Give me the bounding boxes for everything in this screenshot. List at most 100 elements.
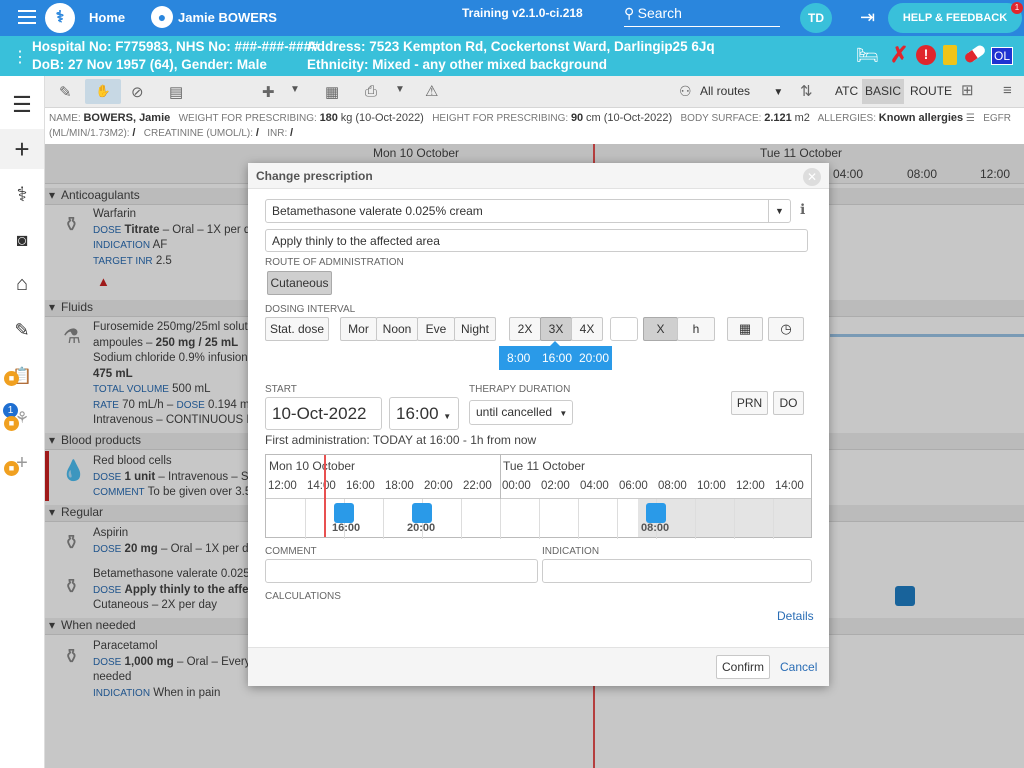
house-icon[interactable]: ⌂ [0,264,44,304]
layout-icon[interactable]: ⊞ [961,81,974,99]
timeline-grid-line [578,499,579,539]
route-button[interactable]: ROUTE [910,84,952,98]
avatar[interactable]: TD [800,3,832,33]
add-drug-icon[interactable]: ✚ [262,83,275,101]
info-label: (ML/MIN/1.73M2): [49,128,130,139]
info-egfr: / [132,127,136,139]
drug-select[interactable]: Betamethasone valerate 0.025% cream ▼ [265,199,791,223]
patient-banner: ⋮ Hospital No: F775983, NHS No: ###-###-… [0,36,1024,76]
freq-3x-button[interactable]: 3X [540,317,572,341]
indication-label: INDICATION [542,546,600,557]
timeline-tick-label: 02:00 [541,480,570,492]
time-slot[interactable]: 20:00 [579,351,609,365]
calendar-icon[interactable]: ▦ [325,83,339,101]
info-allergy[interactable]: Known allergies [879,112,963,124]
info-label: EGFR [983,113,1011,124]
clock-icon[interactable]: ◷ [768,317,804,341]
chevron-down-icon[interactable]: ▼ [290,84,300,95]
search-input[interactable]: ⚲ Search [624,5,780,27]
drug-select-value: Betamethasone valerate 0.025% cream [272,204,483,218]
camera-icon[interactable]: ◙ [0,220,44,260]
document-icon[interactable]: ▤ [169,83,183,101]
timeline-now-line [324,455,326,537]
period-noon-button[interactable]: Noon [376,317,418,341]
allergy-x-icon[interactable]: ✗ [890,42,908,68]
timeline-grid-line [383,499,384,539]
info-body: 2.121 [764,112,792,124]
details-link[interactable]: Details [777,609,814,623]
list-icon[interactable]: ☰ [0,85,44,125]
custom-freq-input[interactable] [610,317,638,341]
calendar-icon[interactable]: ▦ [727,317,763,341]
logout-icon[interactable]: ⇥ [860,7,875,28]
alert-icon[interactable]: ! [916,45,936,65]
info-icon[interactable]: ℹ [800,201,805,218]
timeline-dose-20[interactable] [412,503,432,523]
patient-name[interactable]: Jamie BOWERS [178,10,277,25]
instruction-field[interactable]: Apply thinly to the affected area [265,229,808,252]
period-eve-button[interactable]: Eve [417,317,455,341]
block-icon[interactable]: ⊘ [131,83,144,101]
freq-2x-button[interactable]: 2X [509,317,541,341]
time-slot[interactable]: 8:00 [507,351,530,365]
stat-dose-button[interactable]: Stat. dose [265,317,329,341]
stethoscope-icon[interactable]: ⚕ [0,174,44,214]
timeline-grid-line [734,499,735,539]
timeline-dose-label: 20:00 [407,522,436,534]
basic-button[interactable]: BASIC [862,79,904,104]
info-weight: 180 [319,112,338,124]
menu-icon[interactable] [18,10,36,26]
lock-icon: ■ [4,416,19,431]
top-bar: ⚕ Home ● Jamie BOWERS Training v2.1.0-ci… [0,0,1024,36]
prn-button[interactable]: PRN [731,391,768,415]
pill-icon[interactable] [963,43,987,65]
menu-icon[interactable]: ≡ [1003,82,1012,99]
freq-4x-button[interactable]: 4X [571,317,603,341]
timeline-grid-line [305,499,306,539]
calculations-label: CALCULATIONS [265,591,341,602]
routes-select[interactable]: All routes ▼ [700,84,783,98]
search-icon: ⚲ [624,5,635,21]
duration-select[interactable]: until cancelled ▼ [469,400,573,425]
cancel-link[interactable]: Cancel [780,660,817,674]
warning-icon[interactable]: ⚠ [425,82,438,100]
period-night-button[interactable]: Night [454,317,496,341]
atc-button[interactable]: ATC [835,84,858,98]
timeline-tick-label: 14:00 [307,480,336,492]
confirm-button[interactable]: Confirm [716,655,770,679]
comment-field[interactable] [265,559,538,583]
edit-icon[interactable]: ✎ [59,83,72,101]
h-button[interactable]: h [677,317,715,341]
more-icon[interactable]: ⋮ [12,47,28,67]
start-time-select[interactable]: 16:00 ▼ [389,397,459,430]
timeline-grid-line [695,499,696,539]
ethnicity-info: Ethnicity: Mixed - any other mixed backg… [307,57,608,72]
training-banner: Training v2.1.0-ci.218 [462,6,583,20]
indication-field[interactable] [542,559,812,583]
chevron-down-icon[interactable]: ▼ [395,84,405,95]
route-cutaneous-button[interactable]: Cutaneous [267,271,332,295]
home-link[interactable]: Home [89,10,125,25]
timeline-dose-label: 08:00 [641,522,670,534]
notes-icon[interactable]: ✎ [0,310,44,350]
timeline-dose-08[interactable] [646,503,666,523]
do-button[interactable]: DO [773,391,804,415]
period-mor-button[interactable]: Mor [340,317,377,341]
sort-icon[interactable]: ⇅ [800,82,813,100]
bed-icon[interactable]: 🛏 [856,45,879,66]
dob-info: DoB: 27 Nov 1957 (64), Gender: Male [32,57,267,72]
timeline-dose-16[interactable] [334,503,354,523]
medication-icon[interactable] [943,45,957,65]
timeline-tick-label: 04:00 [580,480,609,492]
timeline-day2: Tue 11 October [503,459,586,473]
sidebar: ☰ + ⚕ ◙ ⌂ ✎ 1 📋 ■ ⚘ ■ + ■ [0,76,45,768]
time-slot[interactable]: 16:00 [542,351,572,365]
close-icon[interactable]: ✕ [803,168,821,186]
x-button[interactable]: X [643,317,678,341]
ol-badge[interactable]: OL [991,47,1013,65]
start-date-input[interactable]: 10-Oct-2022 [265,397,382,430]
print-icon[interactable]: ⎙ [365,83,377,100]
add-icon[interactable]: + [0,129,44,169]
hand-icon[interactable]: ✋ [85,79,121,104]
help-button[interactable]: HELP & FEEDBACK [888,3,1022,33]
